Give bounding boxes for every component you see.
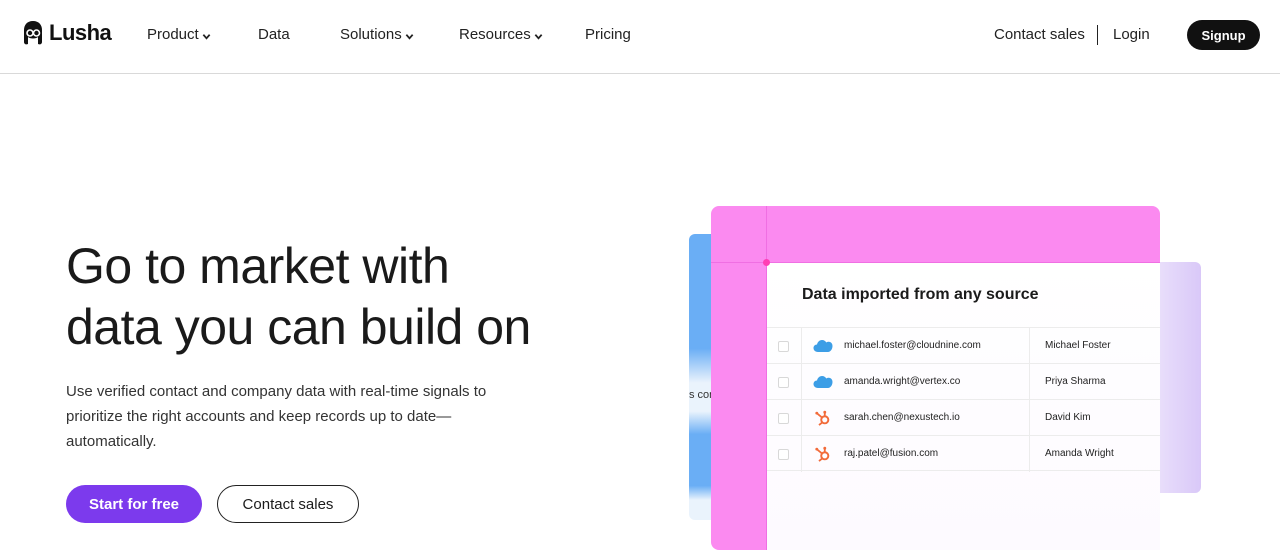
row-checkbox[interactable] (778, 449, 789, 460)
hero-headline-line-2: data you can build on (66, 299, 531, 355)
page: Lusha Product Data Solutions Resources P… (0, 0, 1280, 551)
contact-name: David Kim (1045, 412, 1091, 423)
nav-item-label: Data (258, 26, 290, 43)
column-divider (1029, 436, 1030, 472)
contact-name: Amanda Wright (1045, 448, 1114, 459)
contacts-table: michael.foster@cloudnine.com Michael Fos… (767, 327, 1160, 472)
brand-logo[interactable]: Lusha (22, 19, 112, 47)
salesforce-cloud-icon (813, 340, 833, 352)
contact-sales-button[interactable]: Contact sales (217, 485, 359, 523)
chevron-down-icon (534, 34, 543, 40)
lusha-logo-icon (24, 21, 42, 45)
signup-button[interactable]: Signup (1187, 20, 1260, 50)
hubspot-sprocket-icon (815, 410, 830, 426)
chevron-down-icon (202, 34, 211, 40)
nav-contact-sales-link[interactable]: Contact sales (994, 26, 1085, 43)
contact-name: Priya Sharma (1045, 376, 1106, 387)
hero-subtext: Use verified contact and company data wi… (66, 383, 487, 450)
start-for-free-button[interactable]: Start for free (66, 485, 202, 523)
hero-headline: Go to market with data you can build on (66, 236, 531, 358)
column-divider (801, 364, 802, 400)
hero-headline-line-1: Go to market with (66, 238, 450, 294)
contact-name: Michael Foster (1045, 340, 1111, 351)
nav-item-data[interactable]: Data (258, 26, 290, 43)
row-checkbox[interactable] (778, 341, 789, 352)
nav-item-product[interactable]: Product (147, 26, 211, 43)
nav-item-label: Pricing (585, 26, 631, 43)
brand-name: Lusha (49, 20, 112, 45)
contact-email: michael.foster@cloudnine.com (844, 340, 981, 351)
table-row: amanda.wright@vertex.co Priya Sharma (767, 363, 1160, 400)
nav-item-label: Resources (459, 26, 531, 43)
nav-item-resources[interactable]: Resources (459, 26, 543, 43)
chevron-down-icon (405, 34, 414, 40)
hubspot-sprocket-icon (815, 446, 830, 462)
contact-email: amanda.wright@vertex.co (844, 376, 961, 387)
nav-item-pricing[interactable]: Pricing (585, 26, 631, 43)
table-row: raj.patel@fusion.com Amanda Wright (767, 435, 1160, 472)
row-checkbox[interactable] (778, 377, 789, 388)
column-divider (801, 400, 802, 436)
column-divider (1029, 364, 1030, 400)
nav-item-label: Product (147, 26, 199, 43)
column-divider (801, 328, 802, 364)
nav-item-solutions[interactable]: Solutions (340, 26, 414, 43)
row-checkbox[interactable] (778, 413, 789, 424)
nav-login-link[interactable]: Login (1113, 26, 1150, 43)
column-divider (801, 436, 802, 472)
column-divider (1029, 400, 1030, 436)
illustration-anchor-dot (763, 259, 770, 266)
salesforce-cloud-icon (813, 376, 833, 388)
table-row: sarah.chen@nexustech.io David Kim (767, 399, 1160, 436)
column-divider (1029, 328, 1030, 364)
top-nav: Lusha Product Data Solutions Resources P… (0, 0, 1280, 74)
contact-email: raj.patel@fusion.com (844, 448, 939, 459)
table-row: michael.foster@cloudnine.com Michael Fos… (767, 327, 1160, 364)
nav-item-label: Solutions (340, 26, 402, 43)
contact-email: sarah.chen@nexustech.io (844, 412, 960, 423)
nav-divider (1097, 25, 1098, 45)
data-import-card-title: Data imported from any source (802, 286, 1039, 303)
